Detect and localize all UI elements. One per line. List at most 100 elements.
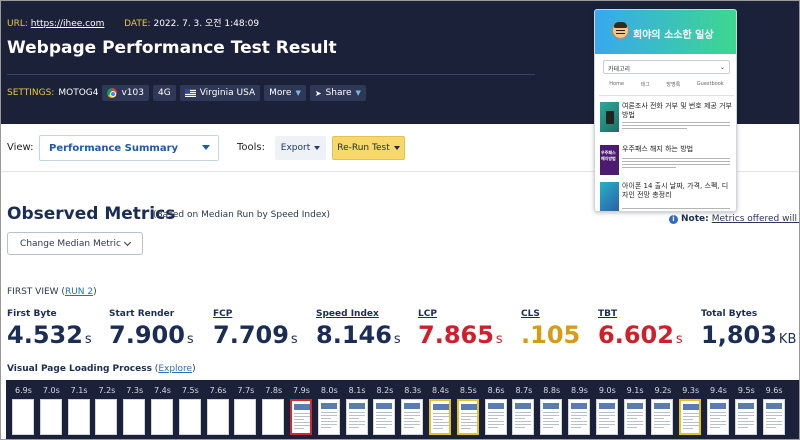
metric-speed-index[interactable]: Speed Index 8.146 s bbox=[316, 309, 401, 349]
filmstrip-thumbnail bbox=[206, 399, 229, 435]
filmstrip-frame[interactable]: 7.5s bbox=[177, 380, 204, 439]
metric-tbt[interactable]: TBT 6.602 s bbox=[598, 309, 683, 349]
popup-title: 희야의 소소한 일상 bbox=[633, 30, 714, 41]
filmstrip-frame[interactable]: 8.4s bbox=[427, 380, 454, 439]
change-median-metric-button[interactable]: Change Median Metric bbox=[7, 232, 143, 255]
metric-total-bytes: Total Bytes 1,803 KB bbox=[701, 309, 797, 349]
filmstrip-thumbnail bbox=[373, 399, 396, 435]
filmstrip-frame[interactable]: 7.3s bbox=[121, 380, 148, 439]
filmstrip-frame[interactable]: 7.6s bbox=[205, 380, 232, 439]
filmstrip-frame[interactable]: 8.1s bbox=[344, 380, 371, 439]
filmstrip-time: 9.6s bbox=[765, 386, 783, 395]
filmstrip-frame[interactable]: 8.8s bbox=[538, 380, 565, 439]
export-button[interactable]: Export bbox=[275, 136, 326, 160]
filmstrip-frame[interactable]: 8.2s bbox=[371, 380, 398, 439]
filmstrip-frame[interactable]: 8.0s bbox=[316, 380, 343, 439]
filmstrip-frame[interactable]: 7.8s bbox=[260, 380, 287, 439]
location-chip: Virginia USA bbox=[179, 85, 261, 101]
filmstrip-time: 8.3s bbox=[404, 386, 422, 395]
filmstrip-time: 8.0s bbox=[320, 386, 338, 395]
popup-post-item[interactable]: 우주패스 해지방법 우주패스 해지 하는 방법 bbox=[600, 145, 733, 185]
filmstrip-frame[interactable]: 6.9s bbox=[10, 380, 37, 439]
filmstrip-frame[interactable]: 7.0s bbox=[38, 380, 65, 439]
filmstrip-frame[interactable]: 8.6s bbox=[483, 380, 510, 439]
filmstrip-frame[interactable]: 8.7s bbox=[510, 380, 537, 439]
metric-fcp[interactable]: FCP 7.709 s bbox=[213, 309, 298, 349]
filmstrip-frame[interactable]: 9.0s bbox=[594, 380, 621, 439]
filmstrip-thumbnail bbox=[623, 399, 646, 435]
filmstrip-frame[interactable]: 7.2s bbox=[93, 380, 120, 439]
popup-nav-guestbook[interactable]: Guestbook bbox=[697, 81, 724, 91]
run-2-link[interactable]: RUN 2 bbox=[65, 287, 93, 297]
filmstrip-time: 8.8s bbox=[543, 386, 561, 395]
filmstrip-frame[interactable]: 8.3s bbox=[399, 380, 426, 439]
filmstrip-thumbnail bbox=[762, 399, 785, 435]
popup-post-item[interactable]: 아이폰 14 출시 날짜, 가격, 스펙, 디자인 전망 총정리 bbox=[600, 182, 733, 211]
metrics-note-link[interactable]: Metrics offered will vary bbox=[712, 214, 799, 224]
blog-popup: 희야의 소소한 일상 카테고리 ⌄ Home 태그 방명록 Guestbook 여… bbox=[594, 9, 737, 212]
filmstrip-frame[interactable]: 7.7s bbox=[232, 380, 259, 439]
filmstrip-time: 8.6s bbox=[487, 386, 505, 395]
filmstrip-frame[interactable]: 9.2s bbox=[649, 380, 676, 439]
observed-metrics-subtitle: (Based on Median Run by Speed Index) bbox=[153, 210, 331, 220]
page-frame: URL: https://ihee.com DATE: 2022. 7. 3. … bbox=[0, 0, 800, 440]
popup-post-item[interactable]: 여론조사 전화 거부 및 번호 제공 거부 방법 bbox=[600, 102, 733, 142]
filmstrip-frame[interactable]: 7.4s bbox=[149, 380, 176, 439]
tested-url-link[interactable]: https://ihee.com bbox=[31, 19, 105, 29]
filmstrip-frame[interactable]: 9.4s bbox=[705, 380, 732, 439]
filmstrip-thumbnail bbox=[540, 399, 563, 435]
connection-chip: 4G bbox=[153, 85, 176, 101]
chevron-down-icon bbox=[393, 146, 400, 150]
filmstrip-thumbnail bbox=[707, 399, 729, 435]
filmstrip-thumbnail bbox=[429, 399, 451, 435]
view-select[interactable]: Performance Summary bbox=[39, 135, 219, 161]
popup-nav-tag[interactable]: 태그 bbox=[641, 81, 650, 91]
page-title: Webpage Performance Test Result bbox=[7, 38, 337, 58]
date-label: DATE: bbox=[124, 19, 151, 29]
metric-cls[interactable]: CLS .105 bbox=[521, 309, 582, 349]
observed-metrics-heading: Observed Metrics bbox=[7, 204, 176, 224]
rerun-test-button[interactable]: Re-Run Test bbox=[332, 136, 405, 160]
filmstrip-frame[interactable]: 9.1s bbox=[622, 380, 649, 439]
filmstrip-thumbnail bbox=[12, 399, 34, 435]
filmstrip-time: 9.1s bbox=[626, 386, 644, 395]
popup-header: 희야의 소소한 일상 bbox=[595, 10, 736, 54]
metrics-note: i Note: Metrics offered will vary bbox=[669, 214, 799, 224]
metric-start-render: Start Render 7.900 s bbox=[109, 309, 194, 349]
settings-bar: SETTINGS: MOTOG4 v103 4G Virginia USA Mo… bbox=[7, 85, 366, 101]
filmstrip-frame[interactable]: 7.1s bbox=[66, 380, 93, 439]
filmstrip-frame[interactable]: 9.3s bbox=[677, 380, 704, 439]
filmstrip-thumbnail bbox=[290, 399, 312, 435]
chevron-down-icon: ▼ bbox=[355, 89, 361, 97]
filmstrip-thumbnail bbox=[734, 399, 757, 435]
post-title: 여론조사 전화 거부 및 번호 제공 거부 방법 bbox=[622, 102, 732, 119]
popup-nav-home[interactable]: Home bbox=[609, 81, 624, 91]
explore-link[interactable]: Explore bbox=[158, 364, 192, 374]
filmstrip-frame[interactable]: 9.5s bbox=[733, 380, 760, 439]
post-thumbnail bbox=[600, 182, 619, 211]
chevron-down-icon bbox=[202, 145, 210, 150]
popup-nav: Home 태그 방명록 Guestbook bbox=[595, 81, 736, 91]
popup-divider bbox=[599, 95, 734, 96]
chevron-down-icon bbox=[123, 238, 131, 246]
visual-progress-label: Visual Page Loading Process (Explore) bbox=[7, 364, 196, 374]
popup-nav-guestbook-kr[interactable]: 방명록 bbox=[666, 81, 680, 91]
metric-lcp[interactable]: LCP 7.865 s bbox=[418, 309, 503, 349]
filmstrip-time: 9.5s bbox=[737, 386, 755, 395]
filmstrip-frame[interactable]: 9.6s bbox=[761, 380, 788, 439]
url-label: URL: bbox=[7, 19, 28, 29]
filmstrip-time: 8.4s bbox=[432, 386, 449, 395]
filmstrip-time: 7.3s bbox=[126, 386, 144, 395]
filmstrip-frame[interactable]: 7.9s bbox=[288, 380, 315, 439]
device-name: MOTOG4 bbox=[58, 88, 99, 98]
filmstrip-frame[interactable]: 8.5s bbox=[455, 380, 482, 439]
more-button[interactable]: More ▼ bbox=[264, 85, 306, 101]
filmstrip-thumbnail bbox=[651, 399, 674, 435]
filmstrip-time: 6.9s bbox=[15, 386, 32, 395]
filmstrip-thumbnail bbox=[401, 399, 424, 435]
filmstrip-thumbnail bbox=[123, 399, 146, 435]
filmstrip-frame[interactable]: 8.9s bbox=[566, 380, 593, 439]
filmstrip[interactable]: 6.9s 7.0s 7.1s 7.2s 7.3s 7.4s 7.5s 7.6s 7.7s 7.8s… bbox=[6, 380, 799, 439]
share-button[interactable]: ➤ Share ▼ bbox=[309, 85, 366, 101]
popup-category-select[interactable]: 카테고리 ⌄ bbox=[603, 60, 730, 74]
